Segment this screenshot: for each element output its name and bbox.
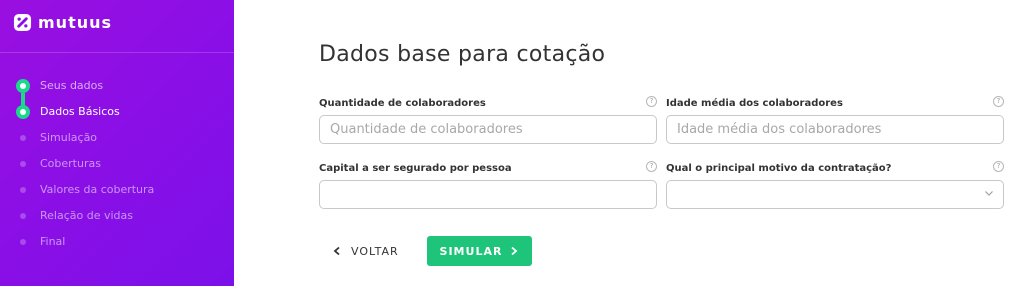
motive-select[interactable] xyxy=(666,180,1004,209)
step-final[interactable]: Final xyxy=(0,232,234,252)
back-button[interactable]: VOLTAR xyxy=(332,240,399,262)
mutuus-logo-icon xyxy=(13,13,32,32)
field-label: Quantidade de colaboradores xyxy=(319,98,486,109)
capital-input[interactable] xyxy=(319,180,657,209)
step-current-icon xyxy=(16,105,30,119)
step-seus-dados[interactable]: Seus dados xyxy=(0,76,234,107)
chevron-left-icon xyxy=(333,246,340,256)
step-relacao-vidas[interactable]: Relação de vidas xyxy=(0,206,234,226)
help-icon[interactable]: ? xyxy=(993,161,1004,172)
step-label: Coberturas xyxy=(40,157,101,170)
help-icon[interactable]: ? xyxy=(993,96,1004,107)
sidebar: mutuus Seus dados Dados Básicos Simulaçã… xyxy=(0,0,234,286)
step-simulacao[interactable]: Simulação xyxy=(0,128,234,148)
step-pending-icon xyxy=(20,213,26,219)
step-valores-cobertura[interactable]: Valores da cobertura xyxy=(0,180,234,200)
step-coberturas[interactable]: Coberturas xyxy=(0,154,234,174)
brand-name: mutuus xyxy=(38,13,113,32)
step-label: Seus dados xyxy=(40,79,104,92)
help-icon[interactable]: ? xyxy=(646,161,657,172)
brand-logo[interactable]: mutuus xyxy=(13,13,112,32)
page-title: Dados base para cotação xyxy=(319,42,606,67)
step-label: Relação de vidas xyxy=(40,209,133,222)
step-dados-basicos[interactable]: Dados Básicos xyxy=(0,102,234,122)
step-label: Simulação xyxy=(40,131,98,144)
back-button-label: VOLTAR xyxy=(351,244,399,258)
step-pending-icon xyxy=(20,161,26,167)
simulate-button[interactable]: SIMULAR xyxy=(427,236,532,266)
avg-age-input[interactable] xyxy=(666,115,1004,144)
help-icon[interactable]: ? xyxy=(646,96,657,107)
step-label: Valores da cobertura xyxy=(40,183,155,196)
simulate-button-label: SIMULAR xyxy=(439,244,503,258)
field-label: Capital a ser segurado por pessoa xyxy=(319,163,512,174)
chevron-right-icon xyxy=(511,246,518,256)
step-complete-icon xyxy=(16,79,30,93)
step-pending-icon xyxy=(20,187,26,193)
step-label: Final xyxy=(40,235,66,248)
step-pending-icon xyxy=(20,135,26,141)
field-label: Qual o principal motivo da contratação? xyxy=(666,163,892,174)
step-label: Dados Básicos xyxy=(40,105,120,118)
field-label: Idade média dos colaboradores xyxy=(666,98,843,109)
chevron-down-icon xyxy=(985,191,993,196)
step-pending-icon xyxy=(20,239,26,245)
quantity-input[interactable] xyxy=(319,115,657,144)
sidebar-divider xyxy=(0,52,234,53)
